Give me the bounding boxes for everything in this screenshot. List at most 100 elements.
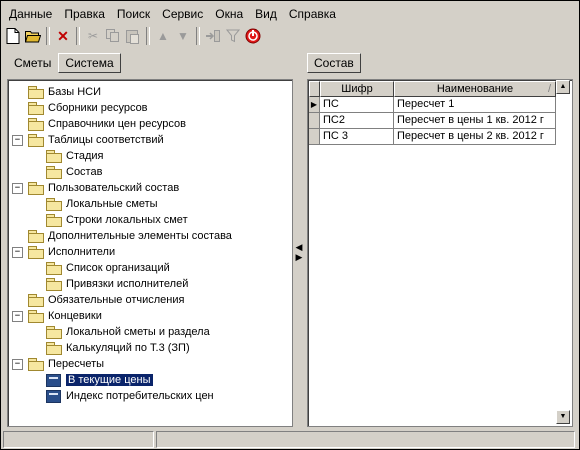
status-bar — [3, 431, 577, 448]
move-down-icon[interactable]: ▼ — [173, 26, 193, 46]
tree-node[interactable]: Пользовательский состав — [28, 180, 179, 196]
tree-node-label: Состав — [66, 166, 103, 178]
delete-icon[interactable]: ✕ — [53, 26, 73, 46]
tree-node-label: Пользовательский состав — [48, 182, 180, 194]
folder-icon — [46, 262, 62, 275]
tree-node-label: Калькуляций по Т.3 (ЗП) — [66, 342, 190, 354]
menu-edit[interactable]: Правка — [58, 5, 111, 23]
folder-icon — [28, 102, 44, 115]
current-row-indicator-icon: ▶ — [309, 97, 320, 113]
status-panel — [156, 431, 575, 448]
move-up-icon[interactable]: ▲ — [153, 26, 173, 46]
tree-node[interactable]: Состав — [46, 164, 102, 180]
filter-icon[interactable] — [223, 26, 243, 46]
tree-node[interactable]: Дополнительные элементы состава — [28, 228, 232, 244]
menu-windows[interactable]: Окна — [209, 5, 249, 23]
tree-node[interactable]: Таблицы соответствий — [28, 132, 164, 148]
scroll-down-button[interactable]: ▼ — [556, 410, 570, 424]
tree-node[interactable]: В текущие цены — [46, 372, 153, 388]
toolbar-separator — [76, 27, 80, 45]
table-row[interactable]: ПС2 Пересчет в цены 1 кв. 2012 г — [309, 113, 556, 129]
paste-icon[interactable] — [123, 26, 143, 46]
import-icon[interactable] — [203, 26, 223, 46]
tree-node-label: Базы НСИ — [48, 86, 102, 98]
cut-icon[interactable]: ✂ — [83, 26, 103, 46]
tree-expander-icon[interactable]: − — [12, 183, 23, 194]
column-header-name-label: Наименование — [436, 83, 514, 95]
system-tree[interactable]: Базы НСИ Сборники ресурсов Справочники цен… — [7, 79, 293, 427]
folder-icon — [46, 326, 62, 339]
tree-node-label: Таблицы соответствий — [48, 134, 164, 146]
tree-node-label: Привязки исполнителей — [66, 278, 189, 290]
tree-node[interactable]: Индекс потребительских цен — [46, 388, 214, 404]
tree-node[interactable]: Базы НСИ — [28, 84, 101, 100]
row-indicator — [309, 129, 320, 145]
tree-node[interactable]: Локальные сметы — [46, 196, 158, 212]
tree-node-label: Локальной сметы и раздела — [66, 326, 210, 338]
toolbar-separator — [146, 27, 150, 45]
tree-node[interactable]: Обязательные отчисления — [28, 292, 184, 308]
menu-service[interactable]: Сервис — [156, 5, 209, 23]
table-row[interactable]: ПС 3 Пересчет в цены 2 кв. 2012 г — [309, 129, 556, 145]
tree-node-label: Исполнители — [48, 246, 116, 258]
panel-splitter[interactable]: ◀ ▶ — [295, 79, 303, 425]
menu-bar: Данные Правка Поиск Сервис Окна Вид Спра… — [3, 5, 342, 23]
open-folder-icon[interactable] — [23, 26, 43, 46]
menu-view[interactable]: Вид — [249, 5, 283, 23]
collapse-left-icon[interactable]: ◀ — [296, 242, 303, 252]
tree-node[interactable]: Стадия — [46, 148, 104, 164]
folder-icon — [28, 118, 44, 131]
tab-system[interactable]: Система — [58, 53, 121, 73]
folder-icon — [28, 86, 44, 99]
cell-code[interactable]: ПС — [320, 97, 394, 113]
tree-node-label: Обязательные отчисления — [48, 294, 185, 306]
cell-name[interactable]: Пересчет 1 — [394, 97, 556, 113]
cell-name[interactable]: Пересчет в цены 2 кв. 2012 г — [394, 129, 556, 145]
menu-help[interactable]: Справка — [283, 5, 342, 23]
table-row[interactable]: ▶ ПС Пересчет 1 — [309, 97, 556, 113]
tree-node[interactable]: Сборники ресурсов — [28, 100, 148, 116]
menu-search[interactable]: Поиск — [111, 5, 156, 23]
tree-expander-icon[interactable]: − — [12, 311, 23, 322]
cell-code[interactable]: ПС 3 — [320, 129, 394, 145]
tree-node[interactable]: Привязки исполнителей — [46, 276, 188, 292]
folder-icon — [46, 278, 62, 291]
tree-node[interactable]: Список организаций — [46, 260, 170, 276]
tree-expander-icon[interactable]: − — [12, 135, 23, 146]
tree-node[interactable]: Концевики — [28, 308, 102, 324]
folder-icon — [46, 214, 62, 227]
tree-node-label: Справочники цен ресурсов — [48, 118, 186, 130]
tree-expander-icon[interactable]: − — [12, 247, 23, 258]
copy-icon[interactable] — [103, 26, 123, 46]
tree-node-label: Индекс потребительских цен — [66, 390, 214, 402]
cell-code[interactable]: ПС2 — [320, 113, 394, 129]
cell-name[interactable]: Пересчет в цены 1 кв. 2012 г — [394, 113, 556, 129]
tree-node-label: Строки локальных смет — [66, 214, 188, 226]
composition-grid: Шифр Наименование / ▶ ПС Пересчет 1 ПС2 Пере… — [307, 79, 573, 427]
scroll-up-button[interactable]: ▲ — [556, 80, 570, 94]
menu-data[interactable]: Данные — [3, 5, 58, 23]
column-header-name[interactable]: Наименование / — [394, 81, 556, 97]
collapse-right-icon[interactable]: ▶ — [296, 252, 303, 262]
tree-node-label: Список организаций — [66, 262, 170, 274]
right-tabs: Состав — [307, 53, 361, 73]
folder-icon — [28, 358, 44, 371]
calculator-icon — [46, 373, 61, 387]
tree-node[interactable]: Справочники цен ресурсов — [28, 116, 186, 132]
folder-icon — [46, 342, 62, 355]
folder-icon — [28, 230, 44, 243]
tree-node[interactable]: Строки локальных смет — [46, 212, 188, 228]
stop-icon[interactable] — [243, 26, 263, 46]
tree-node[interactable]: Исполнители — [28, 244, 115, 260]
new-document-icon[interactable] — [3, 26, 23, 46]
folder-icon — [28, 134, 44, 147]
tab-estimates[interactable]: Сметы — [7, 53, 58, 73]
tree-node[interactable]: Пересчеты — [28, 356, 104, 372]
tree-expander-icon[interactable]: − — [12, 359, 23, 370]
tree-node[interactable]: Калькуляций по Т.3 (ЗП) — [46, 340, 190, 356]
column-header-code[interactable]: Шифр — [320, 81, 394, 97]
tab-composition[interactable]: Состав — [307, 53, 361, 73]
folder-icon — [28, 310, 44, 323]
toolbar-separator — [196, 27, 200, 45]
tree-node[interactable]: Локальной сметы и раздела — [46, 324, 210, 340]
